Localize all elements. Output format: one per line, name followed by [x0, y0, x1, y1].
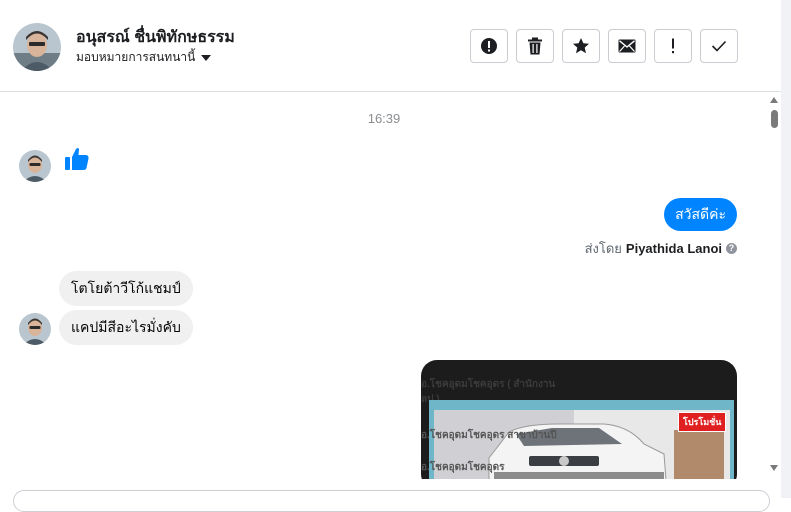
- check-icon: [711, 40, 727, 52]
- envelope-icon: [618, 39, 636, 53]
- sender-avatar: [19, 313, 51, 345]
- sender-avatar: [19, 150, 51, 182]
- star-button[interactable]: [562, 29, 600, 63]
- image-caption-line: อ.โชคอุดมโชคอุดร สาขาบ้านปึ: [421, 430, 557, 441]
- incoming-message-bubble[interactable]: โตโยต้าวีโก้แชมป์: [59, 271, 193, 306]
- assign-conversation-dropdown[interactable]: มอบหมายการสนทนานี้: [76, 48, 212, 67]
- conversation-actions: [470, 29, 738, 63]
- incoming-message-text: แคปมีสีอะไรมั่งคับ: [71, 318, 181, 335]
- scroll-up-arrow-icon[interactable]: [770, 97, 778, 103]
- trash-icon: [527, 37, 543, 55]
- delete-button[interactable]: [516, 29, 554, 63]
- message-thread[interactable]: 16:39 สวัสดีค่ะ ส่งโดย Piyathida Lanoi ?: [0, 92, 768, 479]
- caret-down-icon: [201, 55, 212, 61]
- promo-badge: โปรโมชั่น: [678, 412, 727, 432]
- incoming-message-bubble[interactable]: แคปมีสีอะไรมั่งคับ: [59, 310, 193, 345]
- conversation-panel: อนุสรณ์ ชื่นพิทักษธรรม มอบหมายการสนทนานี…: [0, 0, 781, 512]
- message-timestamp: 16:39: [367, 111, 401, 126]
- mark-done-button[interactable]: [700, 29, 738, 63]
- scroll-down-arrow-icon[interactable]: [770, 465, 778, 471]
- contact-name: อนุสรณ์ ชื่นพิทักษธรรม: [76, 29, 235, 46]
- outgoing-message-bubble[interactable]: สวัสดีค่ะ: [664, 198, 737, 231]
- incoming-message-text: โตโยต้าวีโก้แชมป์: [71, 279, 181, 296]
- sent-by-label: ส่งโดย Piyathida Lanoi ?: [585, 238, 737, 259]
- thread-scrollbar[interactable]: [768, 92, 781, 479]
- image-caption-line: อ.โชคอุดมโชคอุดร: [421, 462, 505, 473]
- scrollbar-thumb[interactable]: [771, 110, 778, 128]
- sent-by-name: Piyathida Lanoi: [625, 241, 722, 256]
- outgoing-message-text: สวัสดีค่ะ: [675, 205, 726, 222]
- spam-button[interactable]: [470, 29, 508, 63]
- image-caption-line: อ.โชคอุดมโชคอุดร ( สำนักงาน: [421, 379, 556, 390]
- help-icon[interactable]: ?: [726, 243, 737, 254]
- sent-by-prefix: ส่งโดย: [584, 241, 622, 256]
- thumbs-up-icon: [64, 146, 90, 177]
- assign-label: มอบหมายการสนทนานี้: [76, 50, 196, 64]
- conversation-header: อนุสรณ์ ชื่นพิทักษธรรม มอบหมายการสนทนานี…: [0, 0, 781, 92]
- alert-circle-icon: [480, 37, 498, 55]
- star-icon: [572, 37, 590, 55]
- window-edge: [781, 0, 791, 498]
- exclamation-icon: [670, 38, 676, 54]
- image-attachment[interactable]: อ.โชคอุดมโชคอุดร ( สำนักงาน ลป ) โปรโมชั…: [421, 360, 737, 479]
- mark-unread-button[interactable]: [608, 29, 646, 63]
- contact-avatar[interactable]: [13, 23, 61, 71]
- follow-up-button[interactable]: [654, 29, 692, 63]
- message-composer[interactable]: [13, 490, 770, 512]
